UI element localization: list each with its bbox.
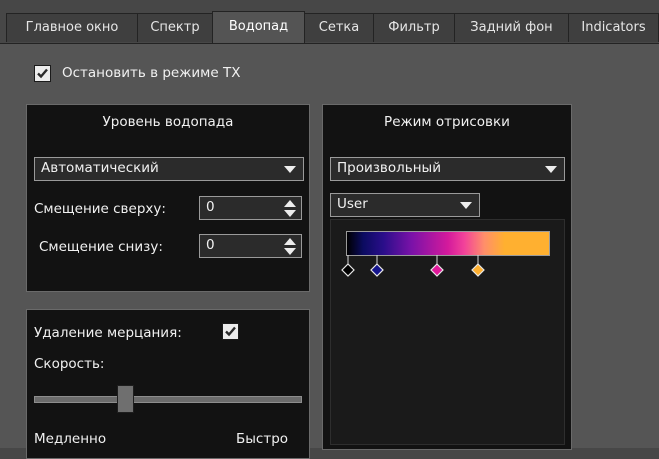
spin-down-icon[interactable] bbox=[284, 248, 296, 255]
offset-top-value: 0 bbox=[206, 199, 215, 215]
speed-slider-track[interactable] bbox=[34, 396, 302, 403]
offset-top-spinbox[interactable]: 0 bbox=[199, 196, 302, 220]
tab-grid[interactable]: Сетка bbox=[304, 13, 374, 42]
gradient-stop-blue[interactable] bbox=[370, 255, 384, 283]
gradient-stop-black[interactable] bbox=[341, 255, 355, 283]
stop-in-tx-checkbox[interactable] bbox=[34, 65, 51, 82]
flicker-removal-checkbox[interactable] bbox=[222, 323, 239, 340]
spin-up-icon[interactable] bbox=[284, 238, 296, 245]
flicker-removal-panel: Удаление мерцания: Скорость: Медленно Бы… bbox=[26, 309, 310, 459]
gradient-stop-magenta[interactable] bbox=[430, 255, 444, 283]
speed-slow-label: Медленно bbox=[34, 431, 107, 447]
offset-top-label: Смещение сверху: bbox=[34, 201, 166, 217]
speed-slider-thumb[interactable] bbox=[116, 385, 134, 413]
tab-bar: Главное окно Спектр Водопад Сетка Фильтр… bbox=[0, 0, 659, 44]
waterfall-level-title: Уровень водопада bbox=[102, 114, 234, 130]
waterfall-level-mode-value: Автоматический bbox=[41, 160, 159, 176]
tab-background[interactable]: Задний фон bbox=[454, 13, 569, 42]
waterfall-settings-page: Остановить в режиме TX Уровень водопада … bbox=[0, 44, 659, 459]
check-icon bbox=[37, 68, 48, 79]
tab-spectrum[interactable]: Спектр bbox=[137, 13, 213, 42]
tab-main-window[interactable]: Главное окно bbox=[6, 13, 138, 42]
speed-label: Скорость: bbox=[34, 356, 105, 372]
tab-waterfall[interactable]: Водопад bbox=[212, 11, 305, 44]
tab-indicators[interactable]: Indicators bbox=[568, 13, 659, 42]
spin-down-icon[interactable] bbox=[284, 210, 296, 217]
chevron-down-icon bbox=[284, 166, 296, 173]
spin-up-icon[interactable] bbox=[284, 200, 296, 207]
tab-filter[interactable]: Фильтр bbox=[373, 13, 455, 42]
offset-bottom-spinbox[interactable]: 0 bbox=[199, 234, 302, 258]
waterfall-level-mode-dropdown[interactable]: Автоматический bbox=[34, 157, 304, 181]
check-icon bbox=[225, 326, 236, 337]
stop-in-tx-label: Остановить в режиме TX bbox=[62, 65, 241, 81]
flicker-removal-label: Удаление мерцания: bbox=[34, 325, 182, 341]
waterfall-level-panel: Уровень водопада Автоматический Смещение… bbox=[26, 104, 310, 292]
gradient-stops bbox=[323, 105, 571, 449]
offset-bottom-value: 0 bbox=[206, 237, 215, 253]
render-mode-panel: Режим отрисовки Произвольный User bbox=[322, 104, 572, 450]
speed-fast-label: Быстро bbox=[236, 431, 289, 447]
offset-bottom-label: Смещение снизу: bbox=[39, 239, 163, 255]
gradient-stop-orange[interactable] bbox=[471, 255, 485, 283]
